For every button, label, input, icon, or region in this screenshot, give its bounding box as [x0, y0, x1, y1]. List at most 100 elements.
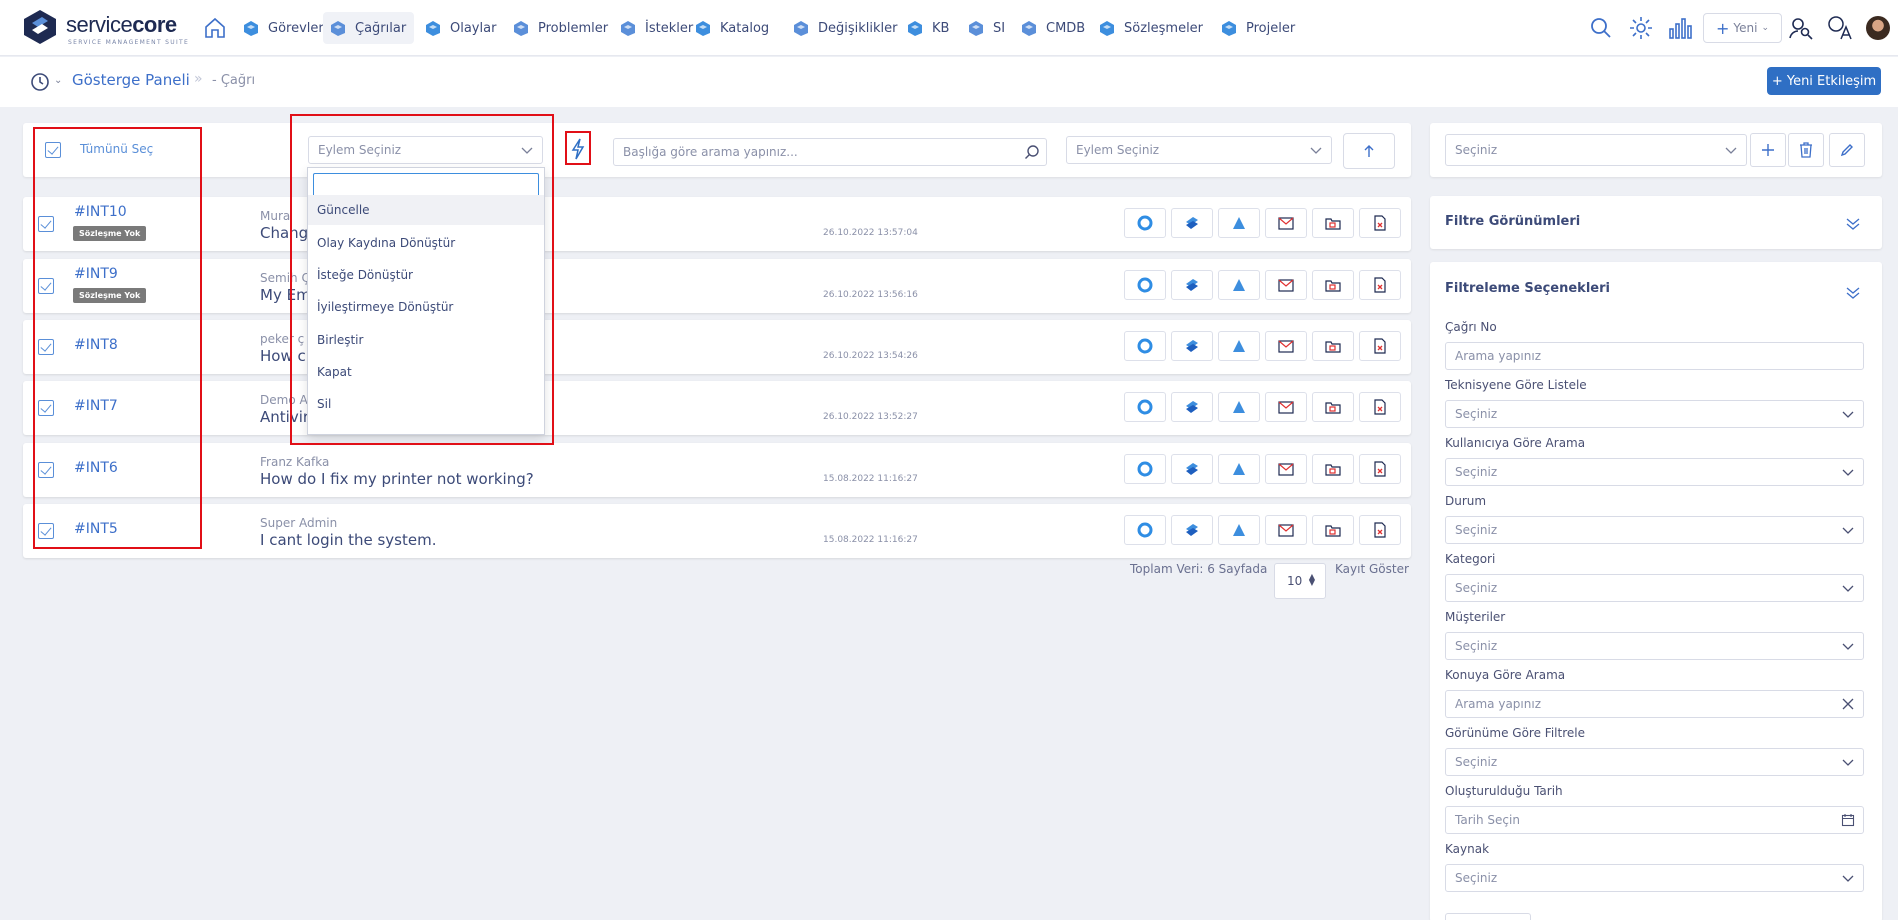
row-action-button[interactable]	[1265, 454, 1307, 484]
row-action-button[interactable]	[1265, 208, 1307, 238]
table-row[interactable]: #INT9 Sözleşme Yok Semih Ç My Em 26.10.2022 …	[23, 259, 1411, 313]
nav-item-2[interactable]: Olaylar	[418, 12, 504, 44]
close-icon[interactable]	[1841, 697, 1855, 711]
row-action-button[interactable]	[1265, 392, 1307, 422]
pager-total: Toplam Veri: 6 Sayfada	[1130, 562, 1268, 576]
row-action-button[interactable]	[1171, 331, 1213, 361]
row-action-button[interactable]	[1359, 515, 1401, 545]
search-icon[interactable]	[1588, 15, 1614, 41]
nav-item-0[interactable]: Görevler	[236, 12, 332, 44]
row-action-button[interactable]	[1218, 454, 1260, 484]
nav-item-6[interactable]: Değişiklikler	[786, 12, 906, 44]
new-dropdown-button[interactable]: + Yeni ⌄	[1703, 13, 1782, 43]
chevron-down-icon[interactable]	[1845, 283, 1861, 299]
filter-select[interactable]: Seçiniz	[1445, 458, 1864, 486]
filter-select[interactable]: Seçiniz	[1445, 574, 1864, 602]
add-filter-view-button[interactable]	[1750, 133, 1786, 167]
nav-item-10[interactable]: Sözleşmeler	[1092, 12, 1211, 44]
filter-select[interactable]: Seçiniz	[1445, 400, 1864, 428]
chart-icon[interactable]	[1667, 15, 1693, 41]
nav-item-label: Görevler	[268, 20, 324, 36]
table-row[interactable]: #INT8 peker ç How c 26.10.2022 13:54:26	[23, 320, 1411, 374]
row-action-button[interactable]	[1218, 270, 1260, 300]
user-search-icon[interactable]	[1788, 15, 1814, 41]
row-action-button[interactable]	[1171, 208, 1213, 238]
contracts-icon	[1100, 21, 1114, 36]
table-row[interactable]: #INT10 Sözleşme Yok Mura Chang 26.10.2022 13…	[23, 197, 1411, 251]
row-title-link[interactable]: How do I fix my printer not working?	[260, 470, 534, 488]
row-action-button[interactable]	[1171, 454, 1213, 484]
gear-icon[interactable]	[1628, 15, 1654, 41]
action-select-secondary[interactable]: Eylem Seçiniz	[1066, 136, 1332, 164]
new-interaction-button[interactable]: + Yeni Etkileşim	[1767, 67, 1881, 95]
filter-select[interactable]: Seçiniz	[1445, 864, 1864, 892]
kb-icon	[908, 21, 922, 36]
filter-select[interactable]: Seçiniz	[1445, 632, 1864, 660]
row-action-button[interactable]	[1124, 515, 1166, 545]
filter-select[interactable]: Seçiniz	[1445, 748, 1864, 776]
page-size-select[interactable]: 10 ▲ ▼	[1274, 563, 1326, 599]
chevron-down-icon	[1842, 469, 1854, 476]
home-icon[interactable]	[203, 16, 227, 40]
row-action-button[interactable]	[1312, 454, 1354, 484]
row-action-button[interactable]	[1359, 331, 1401, 361]
row-action-button[interactable]	[1265, 515, 1307, 545]
search-icon[interactable]	[1024, 144, 1040, 160]
table-row[interactable]: #INT5 Super Admin I cant login the system.…	[23, 504, 1411, 558]
chevron-down-icon[interactable]: ⌄	[54, 75, 62, 86]
sort-up-button[interactable]	[1343, 133, 1395, 169]
nav-item-7[interactable]: KB	[900, 12, 957, 44]
title-search-input[interactable]: Başlığa göre arama yapınız...	[613, 138, 1047, 166]
row-action-button[interactable]	[1312, 331, 1354, 361]
clock-icon[interactable]	[30, 72, 50, 92]
row-action-button[interactable]	[1218, 331, 1260, 361]
row-action-button[interactable]	[1171, 392, 1213, 422]
problems-icon	[514, 21, 528, 36]
nav-item-3[interactable]: Problemler	[506, 12, 616, 44]
row-action-button[interactable]	[1124, 270, 1166, 300]
row-action-button[interactable]	[1359, 208, 1401, 238]
nav-item-11[interactable]: Projeler	[1214, 12, 1303, 44]
nav-item-label: SI	[993, 20, 1006, 36]
row-action-button[interactable]	[1218, 392, 1260, 422]
nav-item-9[interactable]: CMDB	[1014, 12, 1093, 44]
table-row[interactable]: #INT7 Demo A Antivir 26.10.2022 13:52:27	[23, 381, 1411, 435]
row-action-button[interactable]	[1312, 208, 1354, 238]
row-action-button[interactable]	[1124, 392, 1166, 422]
row-title-link[interactable]: I cant login the system.	[260, 531, 436, 549]
filter-value: Seçiniz	[1455, 871, 1498, 885]
mail-icon	[1278, 279, 1294, 292]
nav-item-1[interactable]: Çağrılar	[323, 12, 415, 44]
row-action-button[interactable]	[1312, 270, 1354, 300]
row-action-button[interactable]	[1218, 208, 1260, 238]
translate-icon[interactable]	[1827, 15, 1853, 41]
row-action-button[interactable]	[1124, 331, 1166, 361]
row-action-button[interactable]	[1359, 270, 1401, 300]
row-action-button[interactable]	[1265, 331, 1307, 361]
row-action-button[interactable]	[1359, 454, 1401, 484]
delete-filter-view-button[interactable]	[1788, 133, 1824, 167]
row-action-button[interactable]	[1265, 270, 1307, 300]
row-action-button[interactable]	[1312, 515, 1354, 545]
nav-item-8[interactable]: SI	[961, 12, 1013, 44]
breadcrumb-home-link[interactable]: Gösterge Paneli	[72, 71, 190, 89]
edit-filter-view-button[interactable]	[1829, 133, 1865, 167]
row-action-button[interactable]	[1218, 515, 1260, 545]
table-row[interactable]: #INT6 Franz Kafka How do I fix my printer …	[23, 443, 1411, 497]
calendar-icon[interactable]	[1841, 813, 1855, 827]
avatar[interactable]	[1866, 16, 1890, 40]
row-action-button[interactable]	[1359, 392, 1401, 422]
row-action-button[interactable]	[1171, 270, 1213, 300]
row-action-button[interactable]	[1312, 392, 1354, 422]
row-action-button[interactable]	[1124, 454, 1166, 484]
chevron-down-icon	[1310, 147, 1322, 154]
row-action-button[interactable]	[1171, 515, 1213, 545]
filter-input[interactable]: Arama yapınız	[1445, 342, 1864, 370]
row-action-button[interactable]	[1124, 208, 1166, 238]
chevron-down-icon[interactable]	[1845, 214, 1861, 230]
filter-input[interactable]: Tarih Seçin	[1445, 806, 1864, 834]
filter-select[interactable]: Seçiniz	[1445, 516, 1864, 544]
nav-item-5[interactable]: Katalog	[688, 12, 777, 44]
filter-view-select[interactable]: Seçiniz	[1445, 134, 1747, 166]
filter-input[interactable]: Arama yapınız	[1445, 690, 1864, 718]
